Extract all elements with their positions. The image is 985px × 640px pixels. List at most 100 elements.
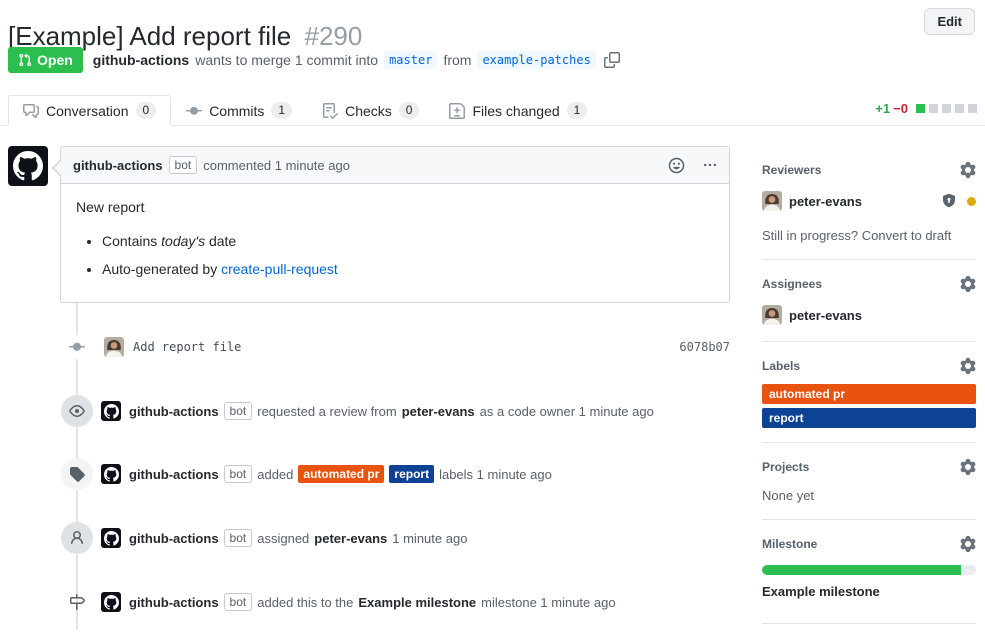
pull-request-icon: [18, 53, 32, 67]
head-branch-label[interactable]: example-patches: [477, 51, 595, 69]
gear-icon[interactable]: [960, 276, 976, 292]
avatar[interactable]: [101, 528, 121, 548]
avatar[interactable]: [8, 146, 48, 186]
checklist-icon: [322, 103, 338, 119]
event-subject[interactable]: peter-evans: [314, 531, 387, 546]
emoji-reaction-button[interactable]: [668, 157, 685, 174]
base-branch-label[interactable]: master: [384, 51, 437, 69]
tab-conversation[interactable]: Conversation 0: [8, 95, 171, 126]
bot-badge: bot: [224, 529, 253, 547]
bullet-text: Auto-generated by: [102, 261, 217, 277]
avatar[interactable]: [101, 401, 121, 421]
sidebar-section-assignees: Assignees peter-evans: [762, 276, 976, 342]
merge-text: wants to merge 1 commit into: [195, 52, 378, 68]
milestone-icon: [61, 586, 93, 618]
label-report[interactable]: report: [389, 465, 434, 483]
event-actor[interactable]: github-actions: [129, 595, 219, 610]
gear-icon[interactable]: [960, 459, 976, 475]
from-text: from: [443, 52, 471, 68]
event-text: 1 minute ago: [392, 531, 467, 546]
label-report[interactable]: report: [762, 408, 976, 428]
event-text: added: [257, 467, 293, 482]
commit-sha-link[interactable]: 6078b07: [679, 340, 730, 354]
tab-counter: 1: [567, 102, 588, 119]
diffstat-block: [942, 104, 951, 113]
diffstat-additions: +1: [875, 101, 890, 116]
milestone-name-link[interactable]: Example milestone: [762, 584, 976, 599]
labels-title: Labels: [762, 359, 800, 373]
comment-discussion-icon: [23, 103, 39, 119]
event-actor[interactable]: github-actions: [129, 467, 219, 482]
reviewers-title: Reviewers: [762, 163, 821, 177]
timeline-event-review-requested: github-actions bot requested a review fr…: [0, 395, 730, 427]
avatar[interactable]: [762, 191, 782, 211]
file-diff-icon: [449, 103, 465, 119]
event-actor[interactable]: github-actions: [129, 531, 219, 546]
pr-meta: Open github-actions wants to merge 1 com…: [8, 47, 622, 73]
create-pull-request-link[interactable]: create-pull-request: [221, 261, 338, 277]
event-text: milestone 1 minute ago: [481, 595, 615, 610]
pr-sidebar: Reviewers peter-evans Still in progress?…: [762, 162, 976, 640]
assignees-title: Assignees: [762, 277, 822, 291]
sidebar-section-projects: Projects None yet: [762, 459, 976, 520]
comment-meta: commented 1 minute ago: [203, 158, 350, 173]
convert-to-draft-link[interactable]: Convert to draft: [862, 228, 952, 243]
comment-bullet: Auto-generated by create-pull-request: [102, 259, 714, 279]
event-text: assigned: [257, 531, 309, 546]
label-automated-pr[interactable]: automated pr: [298, 465, 384, 483]
tab-label: Files changed: [472, 103, 559, 119]
git-commit-icon: [186, 103, 202, 119]
timeline-event-milestoned: github-actions bot added this to the Exa…: [0, 586, 730, 618]
sidebar-section-reviewers: Reviewers peter-evans Still in progress?…: [762, 162, 976, 260]
copy-branch-button[interactable]: [602, 52, 622, 68]
copy-icon: [604, 52, 620, 68]
tab-checks[interactable]: Checks 0: [307, 95, 434, 126]
pr-state-badge: Open: [8, 47, 83, 73]
octocat-icon: [13, 151, 43, 181]
eye-icon: [61, 395, 93, 427]
diffstat-block: [955, 104, 964, 113]
avatar[interactable]: [104, 337, 124, 357]
comment-header: github-actions bot commented 1 minute ag…: [61, 147, 729, 184]
reviewer-name[interactable]: peter-evans: [789, 194, 862, 209]
comment-options-button[interactable]: [703, 158, 717, 172]
tab-label: Checks: [345, 103, 392, 119]
projects-empty-text: None yet: [762, 488, 976, 503]
diffstat-block: [929, 104, 938, 113]
reviewer-row: peter-evans: [762, 191, 976, 211]
comment-body: New report Contains today's date Auto-ge…: [61, 184, 729, 302]
gear-icon[interactable]: [960, 162, 976, 178]
tab-commits[interactable]: Commits 1: [171, 95, 307, 126]
bullet-text: date: [209, 233, 236, 249]
edit-button[interactable]: Edit: [924, 8, 975, 35]
milestone-title: Milestone: [762, 537, 817, 551]
person-icon: [61, 522, 93, 554]
comment-bullet: Contains today's date: [102, 231, 714, 251]
pending-review-dot: [967, 197, 976, 206]
sidebar-section-labels: Labels automated pr report: [762, 358, 976, 443]
timeline-event-assigned: github-actions bot assigned peter-evans …: [0, 522, 730, 554]
bot-badge: bot: [169, 156, 198, 174]
gear-icon[interactable]: [960, 358, 976, 374]
conversation-timeline: github-actions bot commented 1 minute ag…: [0, 136, 745, 630]
bot-badge: bot: [224, 402, 253, 420]
avatar[interactable]: [101, 464, 121, 484]
milestone-progress-bar: [762, 565, 976, 575]
sidebar-section-milestone: Milestone Example milestone: [762, 536, 976, 624]
event-actor[interactable]: github-actions: [129, 404, 219, 419]
event-subject[interactable]: Example milestone: [358, 595, 476, 610]
avatar[interactable]: [762, 305, 782, 325]
comment-author[interactable]: github-actions: [73, 158, 163, 173]
assignee-row: peter-evans: [762, 305, 976, 325]
milestone-progress-fill: [762, 565, 961, 575]
event-subject[interactable]: peter-evans: [402, 404, 475, 419]
avatar[interactable]: [101, 592, 121, 612]
bot-badge: bot: [224, 465, 253, 483]
label-automated-pr[interactable]: automated pr: [762, 384, 976, 404]
tab-files-changed[interactable]: Files changed 1: [434, 95, 602, 126]
gear-icon[interactable]: [960, 536, 976, 552]
assignee-name[interactable]: peter-evans: [789, 308, 862, 323]
draft-note: Still in progress?: [762, 228, 858, 243]
timeline-event-labels-added: github-actions bot added automated pr re…: [0, 458, 730, 490]
commit-message-link[interactable]: Add report file: [133, 340, 241, 354]
